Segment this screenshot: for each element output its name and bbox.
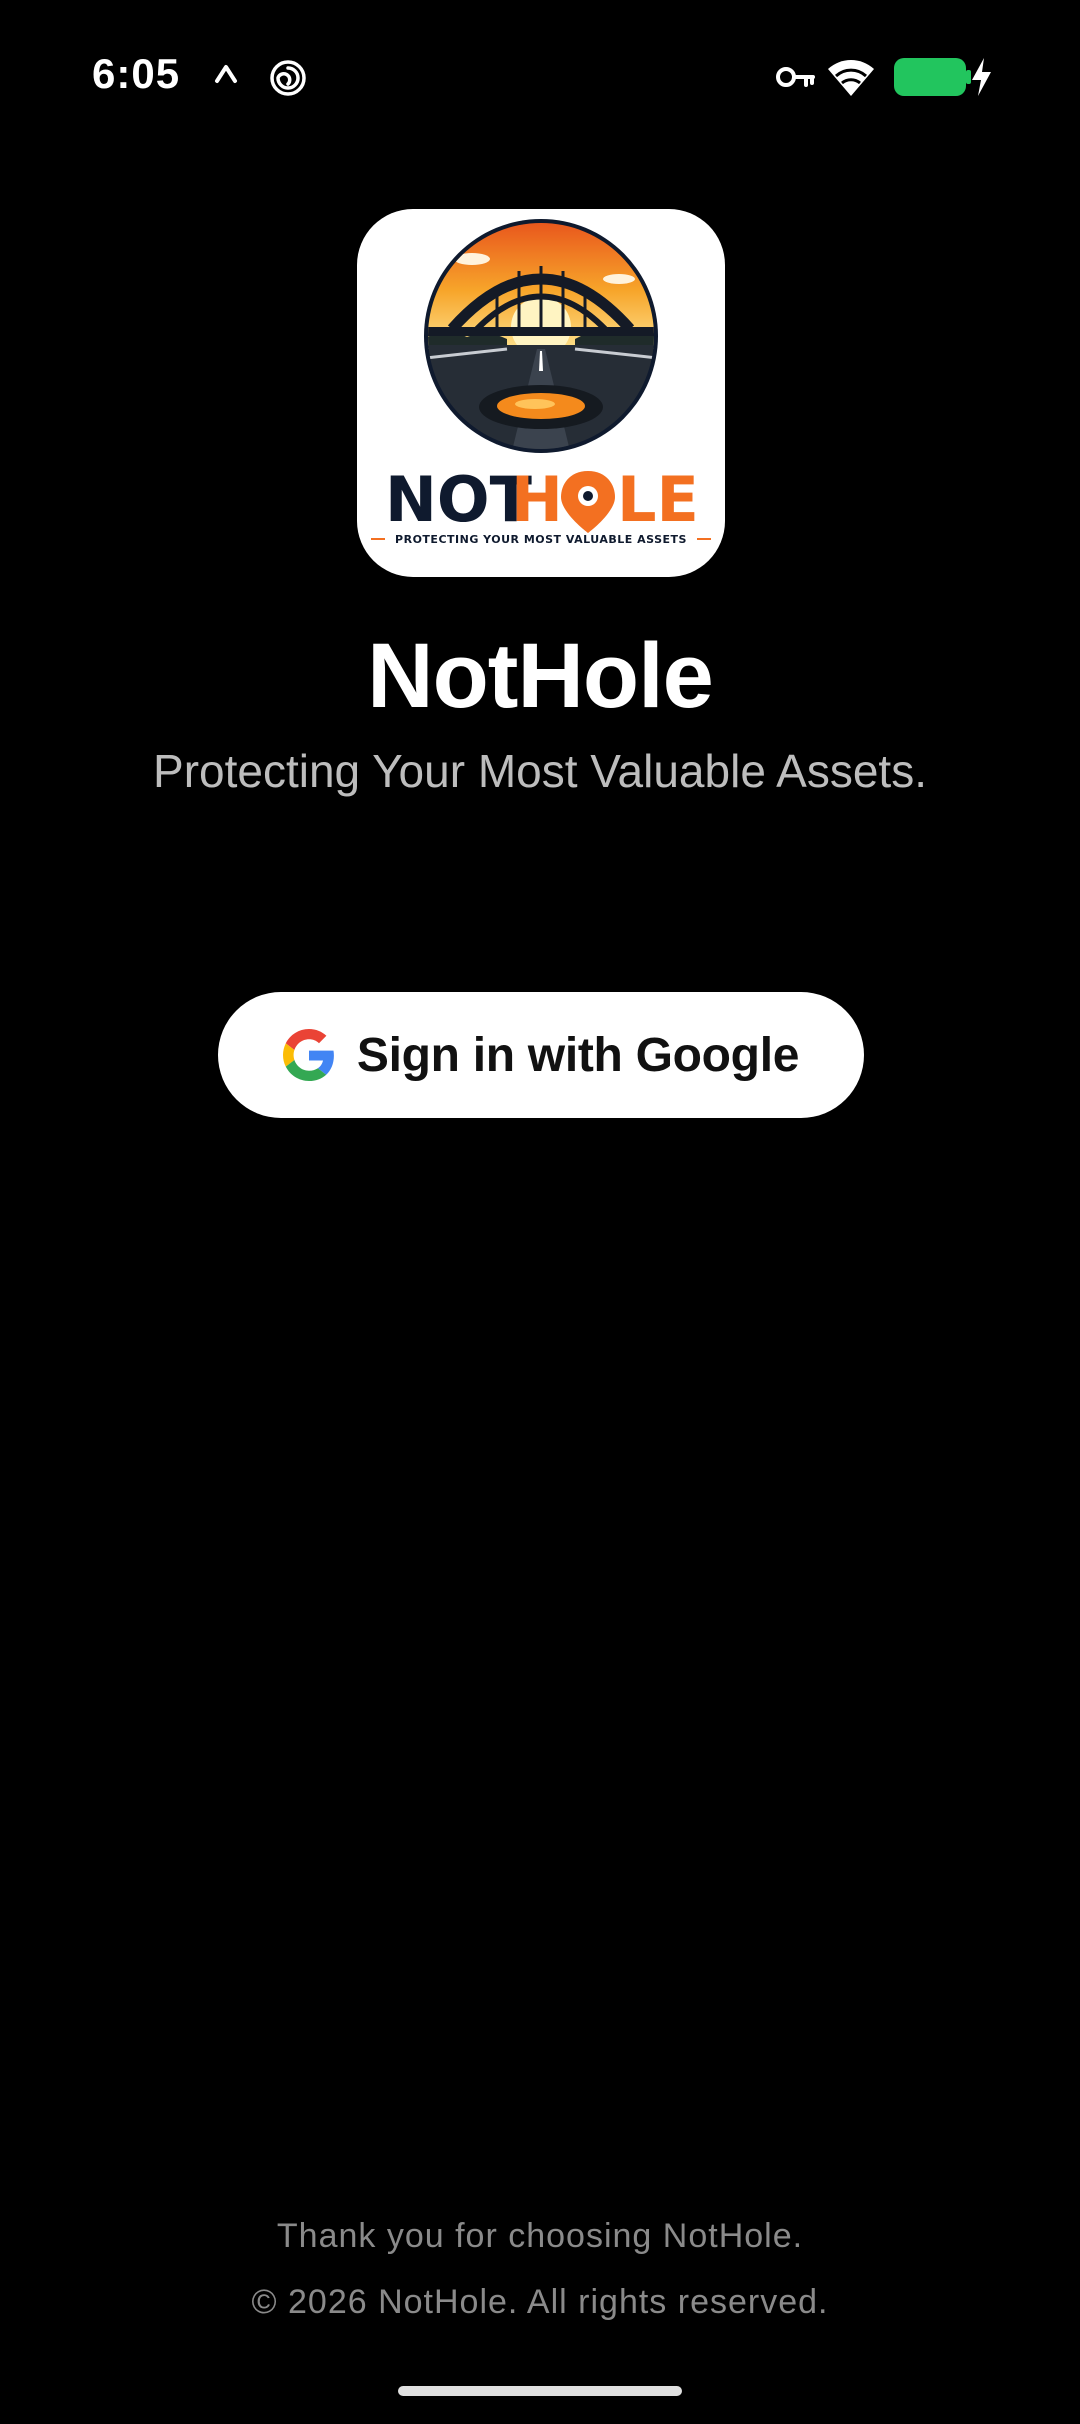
logo-tagline: PROTECTING YOUR MOST VALUABLE ASSETS	[395, 533, 687, 546]
app-logo: NOT H LE PROTECTING YOUR MOST VALUABLE A…	[357, 209, 725, 577]
wifi-icon	[826, 56, 876, 103]
logo-wordmark-le: LE	[617, 463, 699, 536]
location-pin-icon	[561, 471, 615, 533]
battery-charging-icon	[892, 56, 992, 103]
spiral-icon	[268, 58, 308, 103]
caret-up-icon	[214, 62, 238, 89]
google-g-icon	[282, 1027, 335, 1083]
logo-wordmark-h: H	[511, 463, 563, 536]
sign-in-with-google-button[interactable]: Sign in with Google	[218, 992, 864, 1118]
app-tagline: Protecting Your Most Valuable Assets.	[153, 745, 927, 797]
home-indicator[interactable]	[398, 2386, 682, 2396]
logo-wordmark-dark: NOT	[385, 463, 532, 536]
status-bar: 6:05	[0, 0, 1080, 150]
sign-in-label: Sign in with Google	[356, 1028, 800, 1082]
key-icon	[776, 62, 816, 97]
app-title: NotHole	[367, 625, 714, 727]
status-time: 6:05	[92, 50, 181, 97]
footer-thanks: Thank you for choosing NotHole.	[276, 2217, 804, 2255]
footer-copyright: © 2026 NotHole. All rights reserved.	[251, 2283, 829, 2321]
